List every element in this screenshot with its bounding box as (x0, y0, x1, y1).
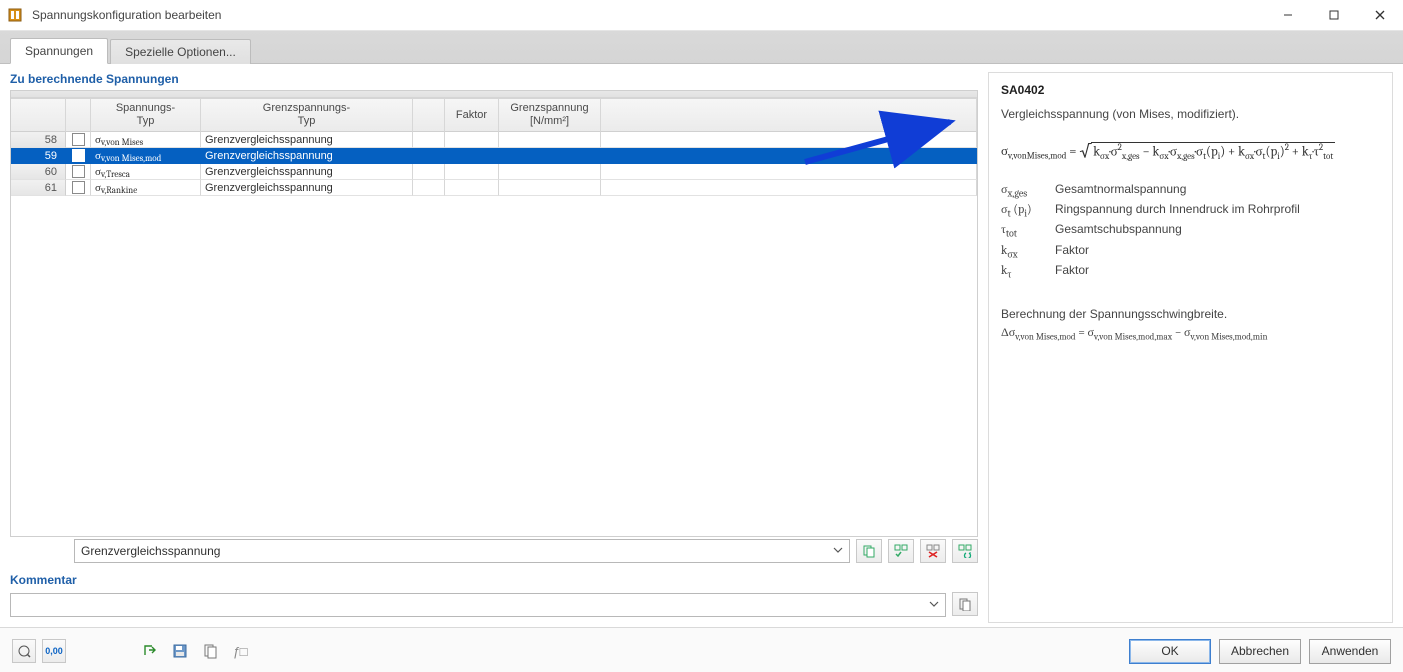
ok-button[interactable]: OK (1129, 639, 1211, 664)
table-row[interactable]: 58 σv,von MisesGrenzvergleichsspannung (11, 132, 977, 148)
import-button[interactable] (138, 639, 162, 663)
function-button[interactable]: ƒ□ (228, 639, 252, 663)
app-icon (6, 6, 24, 24)
help-calc-text: Berechnung der Spannungsschwingbreite. (1001, 307, 1380, 321)
table-row[interactable]: 60 σv,TrescaGrenzvergleichsspannung (11, 164, 977, 180)
stress-grid[interactable]: Spannungs- Typ Grenzspannungs- Typ Fakto… (10, 90, 978, 537)
kommentar-pick-button[interactable] (952, 592, 978, 616)
chevron-down-icon (929, 598, 939, 612)
title-bar: Spannungskonfiguration bearbeiten (0, 0, 1403, 31)
help-code: SA0402 (1001, 83, 1380, 97)
row-checkbox[interactable] (66, 164, 91, 180)
limit-type-selected: Grenzvergleichsspannung (81, 544, 220, 558)
row-number: 60 (11, 164, 66, 180)
minimize-button[interactable] (1265, 0, 1311, 30)
help-title: Vergleichsspannung (von Mises, modifizie… (1001, 107, 1380, 121)
help-delta-formula: Δσv,von Mises,mod = σv,von Mises,mod,max… (1001, 325, 1380, 342)
tab-spannungen[interactable]: Spannungen (10, 38, 108, 64)
formula: σv,vonMises,mod = √ kσx·σ2x,ges − kσx·σx… (1001, 139, 1380, 162)
row-number: 61 (11, 180, 66, 196)
row-stress-type: σv,von Mises (91, 132, 201, 148)
apply-button[interactable]: Anwenden (1309, 639, 1391, 664)
grid-header: Spannungs- Typ Grenzspannungs- Typ Fakto… (11, 98, 977, 132)
col-limit-stress: Grenzspannung [N/mm²] (499, 98, 601, 132)
delete-selected-button[interactable] (920, 539, 946, 563)
table-row[interactable]: 61 σv,RankineGrenzvergleichsspannung (11, 180, 977, 196)
row-limit-type: Grenzvergleichsspannung (201, 132, 413, 148)
row-number: 58 (11, 132, 66, 148)
reset-button[interactable] (952, 539, 978, 563)
help-button[interactable] (12, 639, 36, 663)
col-gap (413, 98, 445, 132)
kommentar-label: Kommentar (10, 573, 978, 587)
section-title: Zu berechnende Spannungen (10, 72, 978, 86)
tab-spannungen-label: Spannungen (25, 44, 93, 58)
row-stress-type: σv,Rankine (91, 180, 201, 196)
save-button[interactable] (168, 639, 192, 663)
tab-spezielle-label: Spezielle Optionen... (125, 45, 236, 59)
help-pane: SA0402 Vergleichsspannung (von Mises, mo… (988, 72, 1393, 623)
row-checkbox[interactable] (66, 180, 91, 196)
clipboard-button[interactable] (198, 639, 222, 663)
col-rest (601, 98, 977, 132)
row-number: 59 (11, 148, 66, 164)
copy-list-button[interactable] (856, 539, 882, 563)
table-row[interactable]: 59 σv,von Mises,modGrenzvergleichsspannun… (11, 148, 977, 164)
row-stress-type: σv,Tresca (91, 164, 201, 180)
maximize-button[interactable] (1311, 0, 1357, 30)
col-stress-type: Spannungs- Typ (91, 98, 201, 132)
chevron-down-icon (833, 544, 843, 558)
row-limit-type: Grenzvergleichsspannung (201, 180, 413, 196)
row-limit-type: Grenzvergleichsspannung (201, 164, 413, 180)
tab-strip: Spannungen Spezielle Optionen... (0, 31, 1403, 64)
col-factor: Faktor (445, 98, 499, 132)
close-button[interactable] (1357, 0, 1403, 30)
dialog-footer: 0,00 ƒ□ OK Abbrechen Anwenden (0, 627, 1403, 672)
row-checkbox[interactable] (66, 148, 91, 164)
row-stress-type: σv,von Mises,mod (91, 148, 201, 164)
col-limit-type: Grenzspannungs- Typ (201, 98, 413, 132)
kommentar-combo[interactable] (10, 593, 946, 617)
window-title: Spannungskonfiguration bearbeiten (32, 8, 1265, 22)
tab-spezielle-optionen[interactable]: Spezielle Optionen... (110, 39, 251, 64)
limit-type-combo[interactable]: Grenzvergleichsspannung (74, 539, 850, 563)
definitions: σx,gesGesamtnormalspannung σt (pi)Ringsp… (1001, 182, 1380, 281)
row-limit-type: Grenzvergleichsspannung (201, 148, 413, 164)
row-checkbox[interactable] (66, 132, 91, 148)
check-all-button[interactable] (888, 539, 914, 563)
units-button[interactable]: 0,00 (42, 639, 66, 663)
cancel-button[interactable]: Abbrechen (1219, 639, 1301, 664)
col-check (66, 98, 91, 132)
col-number (11, 98, 66, 132)
